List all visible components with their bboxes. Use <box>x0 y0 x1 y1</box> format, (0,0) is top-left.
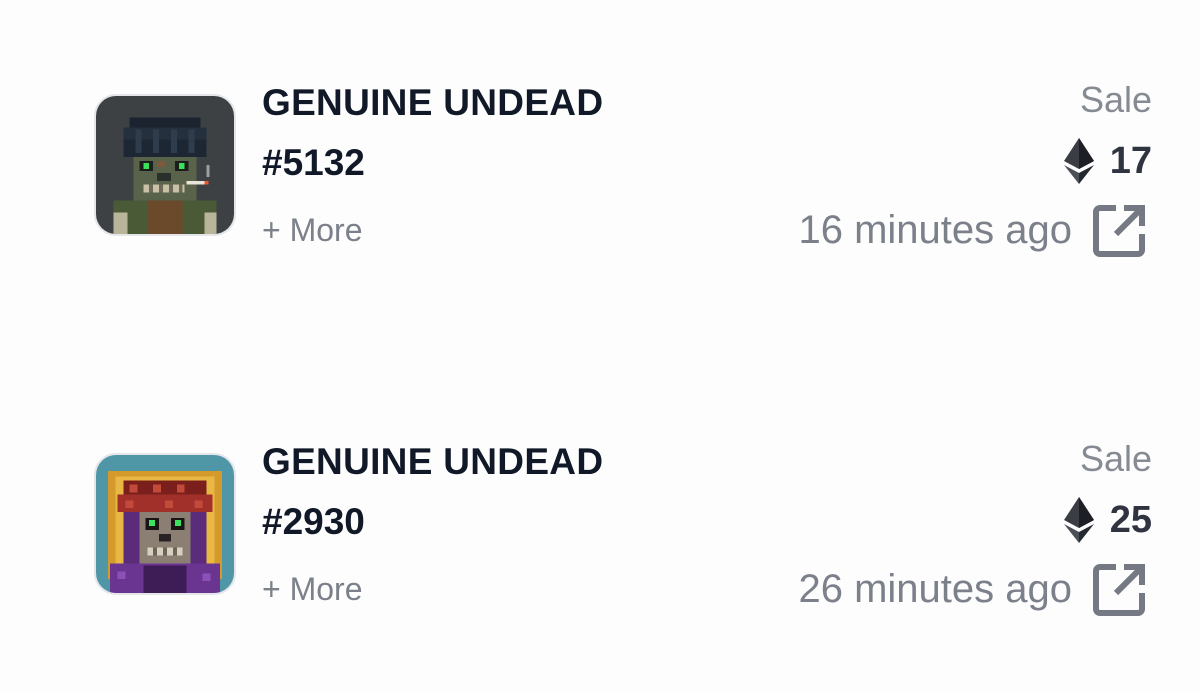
undead-avatar-image <box>96 455 234 593</box>
timestamp: 16 minutes ago <box>798 208 1072 252</box>
price-value: 25 <box>1109 499 1152 541</box>
activity-feed: GENUINE UNDEAD #5132 + More Sale 17 16 m… <box>0 0 1200 693</box>
collection-name[interactable]: GENUINE UNDEAD <box>262 80 603 126</box>
price: 25 <box>1063 497 1152 543</box>
undead-avatar-image <box>96 96 234 234</box>
timestamp: 26 minutes ago <box>798 567 1072 611</box>
activity-row[interactable]: GENUINE UNDEAD #2930 + More Sale 25 26 m… <box>0 437 1200 616</box>
more-link[interactable]: + More <box>262 569 362 609</box>
token-id[interactable]: #5132 <box>262 140 365 186</box>
activity-row[interactable]: GENUINE UNDEAD #5132 + More Sale 17 16 m… <box>0 78 1200 257</box>
ethereum-icon <box>1063 138 1094 184</box>
external-link-icon[interactable] <box>1092 561 1148 617</box>
event-type: Sale <box>1079 79 1152 120</box>
price-value: 17 <box>1109 140 1152 182</box>
nft-thumbnail[interactable] <box>94 94 236 236</box>
token-id[interactable]: #2930 <box>262 499 365 545</box>
collection-name[interactable]: GENUINE UNDEAD <box>262 439 603 485</box>
ethereum-icon <box>1063 497 1094 543</box>
price: 17 <box>1063 138 1152 184</box>
timestamp-line: 16 minutes ago <box>798 202 1148 258</box>
external-link-icon[interactable] <box>1092 202 1148 258</box>
timestamp-line: 26 minutes ago <box>798 561 1148 617</box>
event-type: Sale <box>1079 438 1152 479</box>
nft-thumbnail[interactable] <box>94 453 236 595</box>
more-link[interactable]: + More <box>262 210 362 250</box>
